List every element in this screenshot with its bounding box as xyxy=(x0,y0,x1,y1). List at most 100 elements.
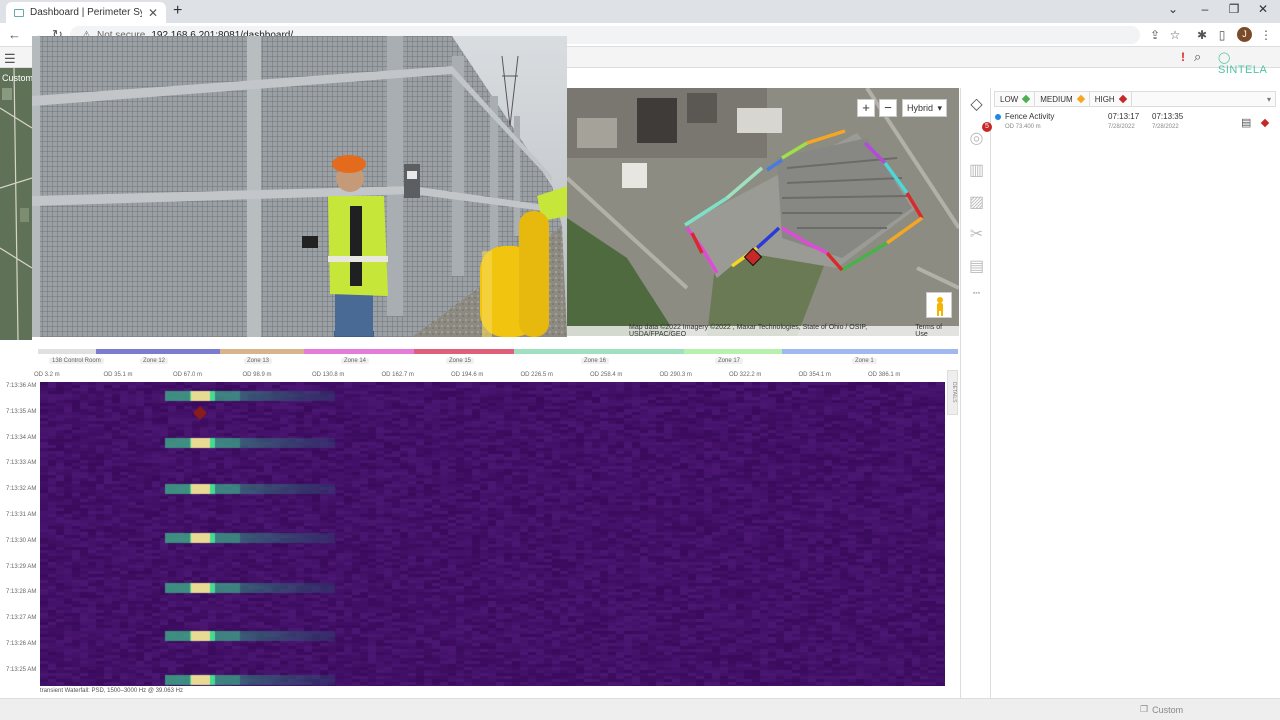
hamburger-menu-icon[interactable]: ☰ xyxy=(4,51,16,67)
medium-severity-icon xyxy=(1076,94,1085,104)
time-label: 7:13:25 AM xyxy=(6,666,37,673)
time-axis: 7:13:36 AM 7:13:35 AM 7:13:34 AM 7:13:33 AM… xyxy=(0,382,40,686)
bookmark-star-icon[interactable]: ☆ xyxy=(1167,28,1183,42)
close-tab-icon[interactable]: ✕ xyxy=(148,6,158,20)
alert-severity-icon xyxy=(1260,118,1270,128)
filter-medium-label: MEDIUM xyxy=(1040,94,1073,104)
map-terms-link[interactable]: Terms of Use xyxy=(915,324,955,338)
high-severity-icon xyxy=(1118,94,1127,104)
od-label: OD 290.3 m xyxy=(659,372,692,378)
extensions-icon[interactable]: ✱ xyxy=(1194,28,1210,42)
od-label: OD 35.1 m xyxy=(103,372,133,378)
zone-segment[interactable] xyxy=(96,349,220,354)
zone-segment[interactable] xyxy=(414,349,514,354)
custom-view-label[interactable]: Custom xyxy=(2,73,33,83)
od-label: OD 194.6 m xyxy=(451,372,484,378)
alerts-panel xyxy=(992,88,1280,698)
favicon-icon xyxy=(14,8,24,17)
zone-label: 138 Control Room xyxy=(49,358,104,364)
tab-list-chevron-icon[interactable]: ⌄ xyxy=(1158,2,1188,16)
minimize-icon[interactable]: – xyxy=(1190,2,1220,16)
share-icon[interactable]: ⇪ xyxy=(1147,28,1163,42)
zone-segment[interactable] xyxy=(782,349,958,354)
filter-high[interactable]: HIGH xyxy=(1090,92,1132,106)
zones-icon[interactable]: ▨ xyxy=(961,192,992,212)
zone-label: Zone 1 xyxy=(852,358,877,364)
zone-segment[interactable] xyxy=(38,349,96,354)
filter-medium[interactable]: MEDIUM xyxy=(1035,92,1090,106)
export-icon[interactable]: ▤ xyxy=(961,256,992,276)
zone-segment[interactable] xyxy=(514,349,684,354)
chevron-down-icon: ▾ xyxy=(937,103,942,113)
time-label: 7:13:34 AM xyxy=(6,434,37,441)
browser-menu-icon[interactable]: ⋮ xyxy=(1258,28,1274,42)
satellite-map[interactable] xyxy=(567,88,959,336)
waterfall-caption: transient Waterfall: PSD, 1500–3000 Hz @… xyxy=(40,688,183,694)
time-label: 7:13:26 AM xyxy=(6,641,37,647)
alert-row[interactable]: Fence Activity OD 73.400 m 07:13:17 7/28… xyxy=(994,112,1276,134)
back-icon[interactable]: ← xyxy=(8,27,21,42)
zone-label: Zone 12 xyxy=(140,358,169,364)
filter-dropdown-icon[interactable]: ▾ xyxy=(1267,95,1275,104)
time-label: 7:13:33 AM xyxy=(6,460,37,467)
alert-exclamation-icon[interactable]: ! xyxy=(1181,50,1185,64)
waterfall-canvas[interactable] xyxy=(40,382,945,686)
od-label: OD 130.8 m xyxy=(312,372,345,378)
left-map-strip xyxy=(0,67,33,341)
zone-label: Zone 15 xyxy=(446,358,475,364)
tab-title: Dashboard | Perimeter System xyxy=(30,7,142,18)
footer-custom-button[interactable]: ❐ Custom xyxy=(1140,704,1183,715)
time-label: 7:13:31 AM xyxy=(6,512,37,518)
fiber-icon[interactable]: ▥ xyxy=(961,160,992,180)
alert-end-time: 07:13:35 xyxy=(1152,112,1184,121)
side-panel-icon[interactable]: ▯ xyxy=(1214,28,1230,42)
od-distance-labels: OD 3.2 m OD 35.1 m OD 67.0 m OD 98.9 m OD 13… xyxy=(34,372,958,380)
map-zoom-in-button[interactable]: + xyxy=(857,99,875,117)
profile-avatar[interactable]: J xyxy=(1237,27,1252,42)
od-label: OD 258.4 m xyxy=(590,372,623,378)
alert-od: OD 73.400 m xyxy=(1005,124,1041,130)
time-label: 7:13:36 AM xyxy=(6,383,37,389)
details-scroll-handle[interactable]: DETAILS xyxy=(947,370,958,415)
restore-icon[interactable]: ❐ xyxy=(1219,2,1249,16)
footer-bar: ❐ Custom xyxy=(0,698,1280,720)
alert-end-date: 7/28/2022 xyxy=(1152,124,1179,130)
alert-status-dot-icon xyxy=(995,114,1001,120)
alert-start-time: 07:13:17 xyxy=(1108,112,1140,121)
zone-bar xyxy=(38,349,958,354)
od-label: OD 3.2 m xyxy=(34,372,60,378)
map-zoom-out-button[interactable]: − xyxy=(879,99,897,117)
map-type-select[interactable]: Hybrid ▾ xyxy=(902,99,947,117)
zone-segment[interactable] xyxy=(304,349,414,354)
details-label: DETAILS xyxy=(951,382,957,403)
filter-high-label: HIGH xyxy=(1094,94,1115,104)
od-label: OD 322.2 m xyxy=(729,372,762,378)
zone-label: Zone 13 xyxy=(244,358,273,364)
map-attribution: Map data ©2022 Imagery ©2022 , Maxar Tec… xyxy=(567,324,959,338)
od-label: OD 162.7 m xyxy=(381,372,414,378)
time-label: 7:13:29 AM xyxy=(6,563,37,570)
alert-title: Fence Activity xyxy=(1005,112,1055,121)
time-label: 7:13:30 AM xyxy=(6,537,37,544)
alerts-diamond-icon[interactable]: ◇ xyxy=(961,94,992,114)
alert-notes-icon[interactable]: ▤ xyxy=(1241,116,1251,129)
new-tab-icon[interactable]: + xyxy=(173,2,182,20)
od-label: OD 354.1 m xyxy=(798,372,831,378)
alert-start-date: 7/28/2022 xyxy=(1108,124,1135,130)
tools-icon[interactable]: ✂ xyxy=(961,224,992,244)
filter-low-label: LOW xyxy=(1000,94,1019,104)
waterfall-plot[interactable] xyxy=(40,382,945,686)
zone-segment[interactable] xyxy=(684,349,782,354)
more-icon[interactable]: ▪▪▪ xyxy=(961,290,992,297)
search-icon[interactable]: ⌕ xyxy=(1194,49,1201,65)
od-label: OD 98.9 m xyxy=(242,372,272,378)
zone-segment[interactable] xyxy=(220,349,304,354)
street-view-pegman-icon[interactable] xyxy=(926,292,952,318)
map-type-label: Hybrid xyxy=(907,103,934,113)
layout-icon: ❐ xyxy=(1140,704,1149,714)
zone-label: Zone 16 xyxy=(581,358,610,364)
camera-video-feed[interactable] xyxy=(32,36,567,337)
filter-low[interactable]: LOW xyxy=(995,92,1036,106)
close-window-icon[interactable]: ✕ xyxy=(1248,2,1278,16)
browser-tab[interactable]: Dashboard | Perimeter System ✕ xyxy=(6,2,166,23)
